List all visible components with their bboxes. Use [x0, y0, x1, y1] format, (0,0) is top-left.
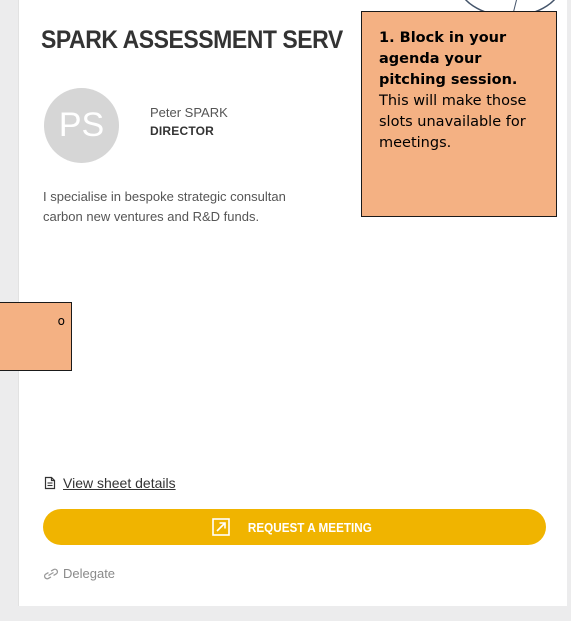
secondary-callout: o — [0, 302, 72, 371]
instruction-callout: 1. Block in your agenda your pitching se… — [361, 11, 557, 217]
delegate-label: Delegate — [63, 566, 116, 581]
callout-heading: 1. Block in your agenda your pitching se… — [379, 30, 518, 88]
external-arrow-icon — [211, 518, 230, 536]
link-icon — [43, 568, 59, 579]
description-line-1: I specialise in bespoke strategic consul… — [43, 189, 286, 204]
view-sheet-details-link[interactable]: View sheet details — [43, 475, 176, 491]
document-icon — [44, 476, 56, 490]
delegate-link[interactable]: Delegate — [43, 566, 115, 581]
company-title: SPARK ASSESSMENT SERV — [41, 26, 343, 54]
secondary-callout-text: o — [57, 314, 65, 328]
avatar-initials: PS — [58, 106, 105, 144]
view-sheet-details-label: View sheet details — [63, 475, 176, 491]
description-line-2: carbon new ventures and R&D funds. — [43, 209, 260, 224]
avatar: PS — [44, 88, 119, 163]
request-meeting-button[interactable]: REQUEST A MEETING — [43, 509, 546, 545]
person-role: DIRECTOR — [150, 124, 215, 138]
request-meeting-label: REQUEST A MEETING — [247, 519, 372, 535]
person-name: Peter SPARK — [150, 105, 228, 120]
callout-body: This will make those slots unavailable f… — [379, 93, 527, 151]
